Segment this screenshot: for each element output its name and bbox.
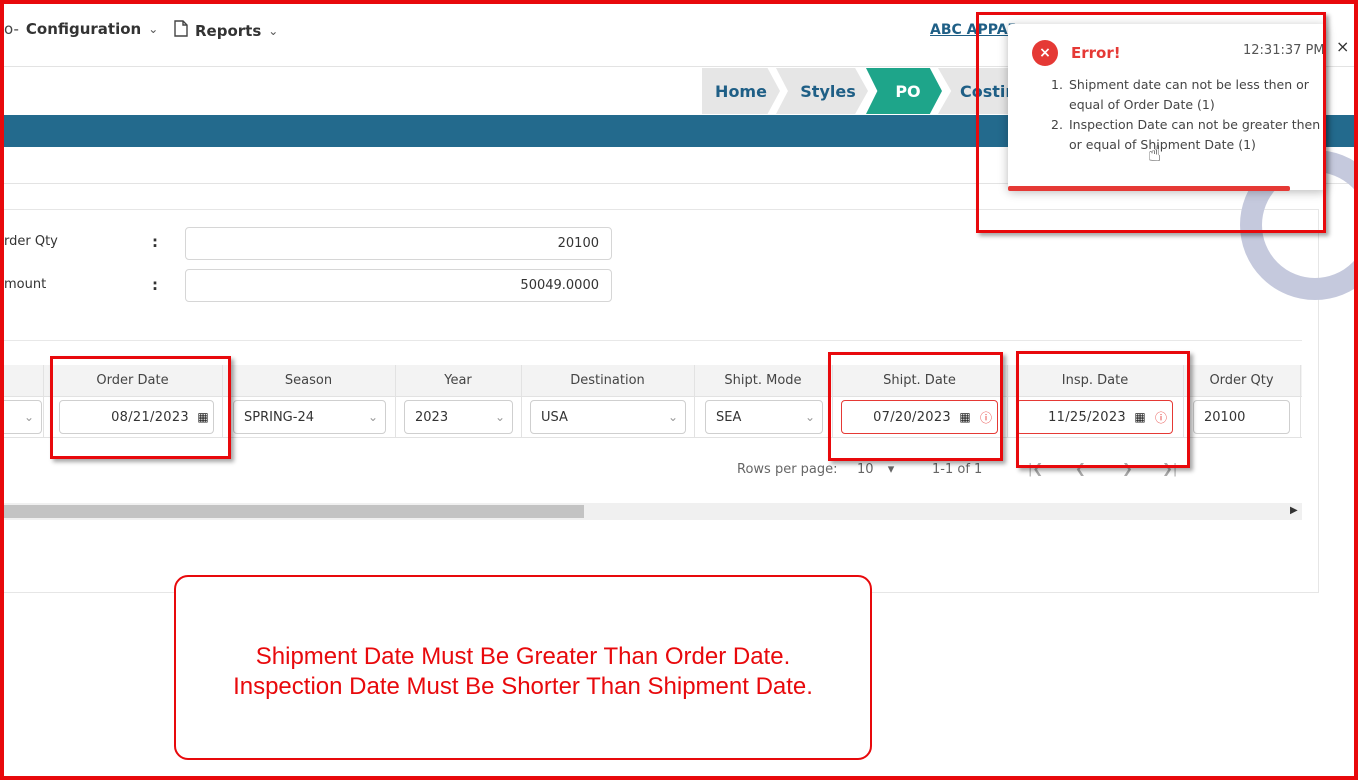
scrollbar-thumb[interactable] — [0, 505, 584, 518]
breadcrumb-home[interactable]: Home — [702, 68, 780, 114]
partial-dropdown[interactable]: ⌄ — [0, 400, 42, 434]
hand-cursor-icon: ☝ — [1148, 142, 1162, 167]
pager-range: 1-1 of 1 — [932, 462, 983, 477]
year-select[interactable]: 2023 ⌄ — [404, 400, 513, 434]
scroll-right-icon[interactable]: ▶ — [1290, 505, 1298, 516]
col-header-season[interactable]: Season — [222, 373, 395, 388]
col-header-order-qty[interactable]: Order Qty — [1183, 373, 1300, 388]
annotation-line-2: Inspection Date Must Be Shorter Than Shi… — [233, 672, 813, 700]
colon: : — [152, 276, 158, 294]
chevron-down-icon: ⌄ — [804, 410, 816, 424]
year-value: 2023 — [415, 409, 449, 425]
column-separator — [1300, 365, 1301, 437]
destination-value: USA — [541, 409, 568, 425]
amount-field[interactable]: 50049.0000 — [185, 269, 612, 302]
chevron-down-icon: ⌄ — [494, 410, 506, 424]
divider — [0, 340, 1302, 341]
chevron-down-icon: ⌄ — [667, 410, 679, 424]
highlight-error-toast — [976, 12, 1326, 233]
highlight-order-date — [50, 356, 231, 459]
amount-label: mount — [4, 277, 47, 292]
col-header-destination[interactable]: Destination — [521, 373, 694, 388]
rows-per-page-label: Rows per page: — [737, 462, 838, 477]
order-qty-input[interactable]: 20100 — [1193, 400, 1290, 434]
rows-per-page-select[interactable]: 10 ▾ — [857, 462, 894, 477]
colon: : — [152, 233, 158, 251]
season-select[interactable]: SPRING-24 ⌄ — [233, 400, 386, 434]
col-header-year[interactable]: Year — [395, 373, 521, 388]
highlight-shipt-date — [828, 352, 1003, 461]
rows-per-page-value: 10 — [857, 462, 874, 477]
nav-reports-label: Reports — [195, 21, 262, 40]
chevron-down-icon: ⌄ — [367, 410, 379, 424]
dropdown-arrow-icon: ▾ — [887, 462, 895, 477]
breadcrumb-styles[interactable]: Styles — [776, 68, 868, 114]
breadcrumb-po[interactable]: PO — [866, 68, 942, 114]
nav-configuration[interactable]: o- Configuration ⌄ — [4, 20, 158, 38]
annotation-line-1: Shipment Date Must Be Greater Than Order… — [255, 642, 791, 670]
col-header-shipt-mode[interactable]: Shipt. Mode — [694, 373, 832, 388]
order-qty-value: 20100 — [1204, 409, 1246, 425]
nav-configuration-label: Configuration — [25, 20, 142, 38]
nav-reports[interactable]: Reports ⌄ — [174, 20, 278, 41]
chevron-down-icon: ⌄ — [23, 410, 35, 424]
destination-select[interactable]: USA ⌄ — [530, 400, 686, 434]
shipt-mode-value: SEA — [716, 409, 742, 425]
key-icon: o- — [4, 20, 19, 38]
annotation-callout: Shipment Date Must Be Greater Than Order… — [174, 575, 872, 760]
order-qty-field[interactable]: 20100 — [185, 227, 612, 260]
chevron-down-icon: ⌄ — [148, 22, 159, 36]
chevron-down-icon: ⌄ — [268, 23, 279, 38]
shipt-mode-select[interactable]: SEA ⌄ — [705, 400, 823, 434]
highlight-insp-date — [1016, 351, 1190, 468]
close-icon[interactable]: × — [1336, 37, 1349, 56]
order-qty-label: rder Qty — [4, 234, 58, 249]
season-value: SPRING-24 — [244, 409, 314, 425]
document-icon — [174, 20, 188, 41]
